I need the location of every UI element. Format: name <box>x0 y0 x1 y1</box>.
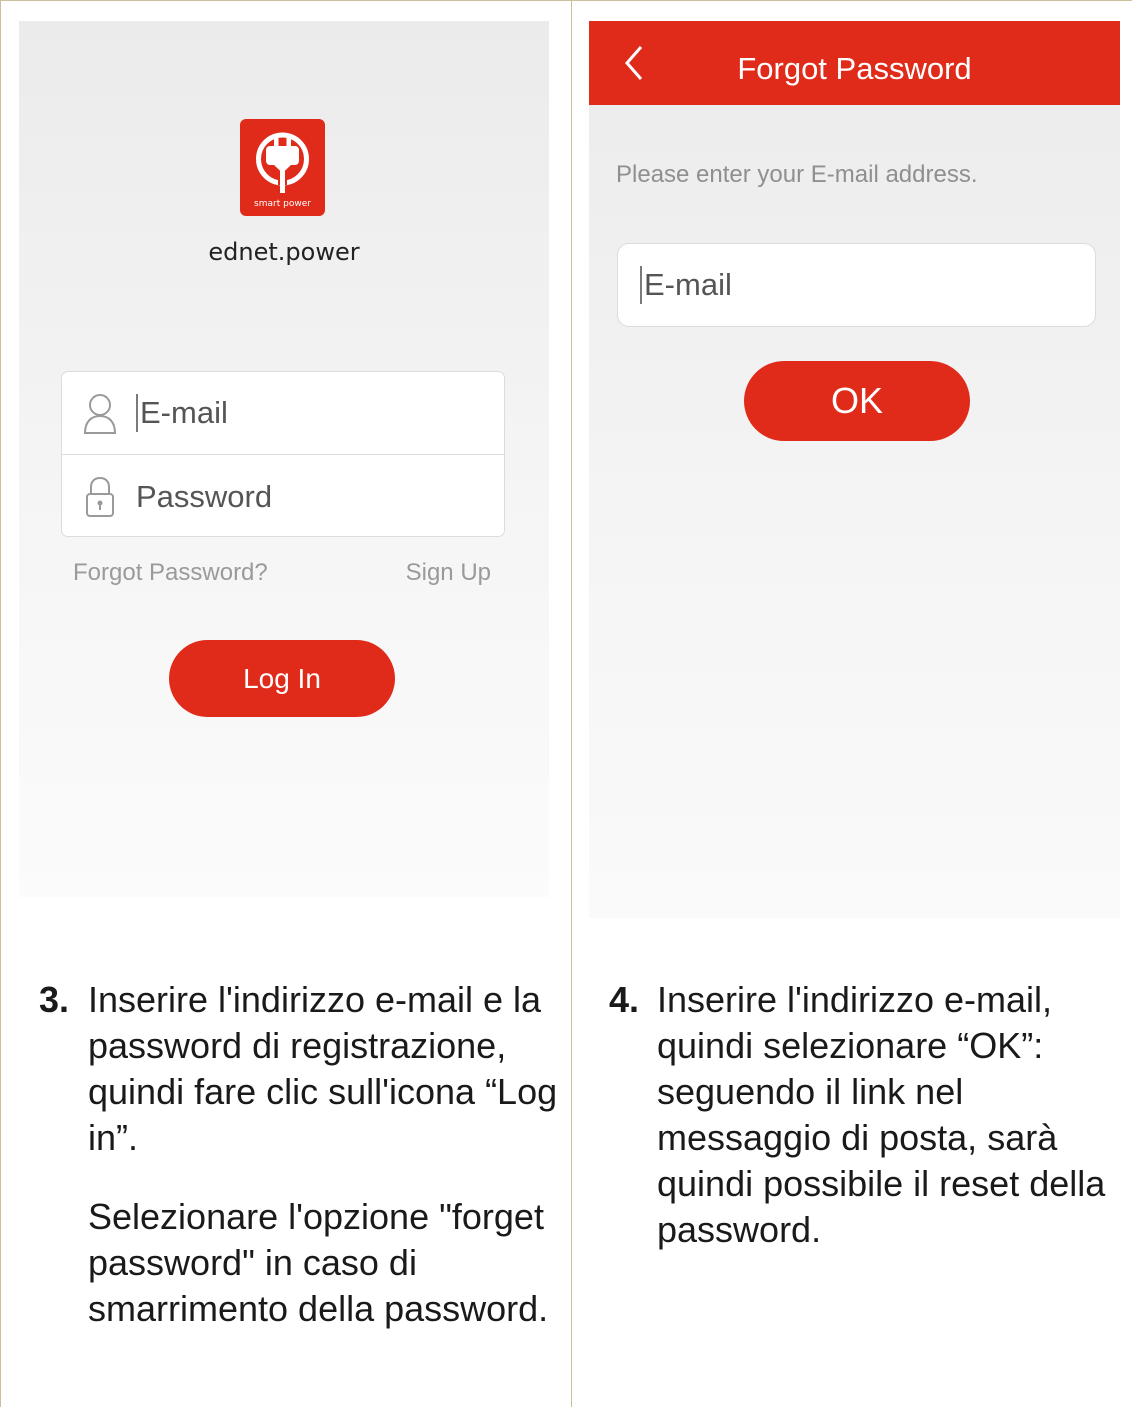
password-placeholder: Password <box>136 478 273 514</box>
ok-button[interactable]: OK <box>744 361 970 441</box>
text-cursor <box>136 394 138 432</box>
forgot-password-screen: Forgot Password Please enter your E-mail… <box>589 21 1120 918</box>
step-note: Selezionare l'opzione "forget password" … <box>88 1196 549 1329</box>
email-placeholder: E-mail <box>644 267 732 302</box>
email-field[interactable]: E-mail <box>62 372 504 455</box>
login-screen: smart power ednet.power E-mail Password … <box>19 21 549 897</box>
logo-caption: smart power <box>254 199 311 209</box>
step-text: Inserire l'indirizzo e-mail e la passwor… <box>88 979 558 1158</box>
user-icon <box>83 394 117 434</box>
login-form: E-mail Password <box>61 371 505 537</box>
text-cursor <box>640 266 642 304</box>
email-field[interactable]: E-mail <box>617 243 1096 327</box>
email-placeholder: E-mail <box>140 395 228 430</box>
app-name: ednet.power <box>208 238 360 266</box>
column-divider <box>571 0 572 1407</box>
app-logo: smart power <box>240 119 325 216</box>
page-title: Forgot Password <box>737 51 972 86</box>
plug-icon <box>256 132 309 193</box>
step-text: Inserire l'indirizzo e-mail, quindi sele… <box>657 979 1106 1250</box>
lock-icon <box>86 476 114 517</box>
top-bar: Forgot Password <box>589 21 1120 105</box>
step-number: 3. <box>39 979 70 1020</box>
forgot-password-link[interactable]: Forgot Password? <box>73 559 268 587</box>
sign-up-link[interactable]: Sign Up <box>406 559 491 587</box>
login-button[interactable]: Log In <box>169 640 395 717</box>
step-number: 4. <box>609 979 640 1020</box>
password-field[interactable]: Password <box>62 455 504 538</box>
email-hint: Please enter your E-mail address. <box>616 161 978 188</box>
